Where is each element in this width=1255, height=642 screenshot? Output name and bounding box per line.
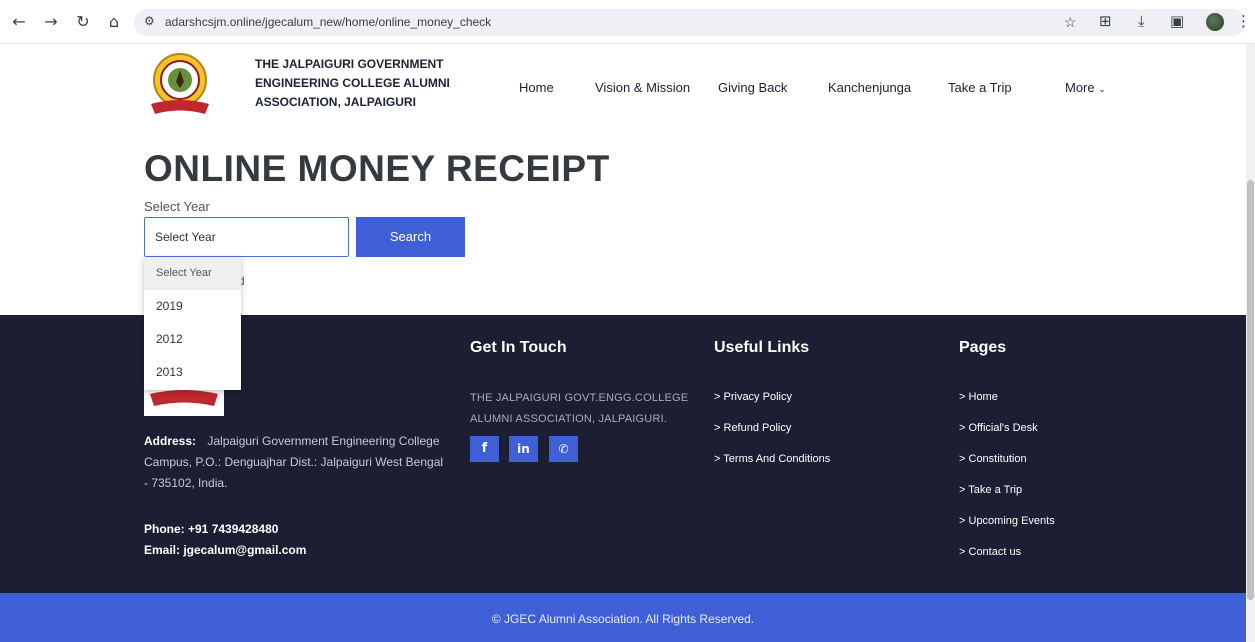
pages-link-label: Constitution bbox=[968, 453, 1027, 465]
year-select[interactable]: Select Year bbox=[144, 217, 349, 257]
menu-dots-icon[interactable]: ⋮ bbox=[1236, 12, 1251, 30]
back-icon[interactable]: ← bbox=[8, 11, 30, 33]
profile-avatar[interactable] bbox=[1206, 13, 1224, 31]
nav-vision-mission[interactable]: Vision & Mission bbox=[595, 80, 690, 95]
address-bar[interactable]: ⚙ adarshcsjm.online/jgecalum_new/home/on… bbox=[134, 9, 1246, 36]
linkedin-icon[interactable]: in bbox=[509, 436, 538, 462]
useful-link-privacy[interactable]: > Privacy Policy bbox=[714, 391, 792, 403]
chevron-right-icon: > bbox=[959, 391, 966, 403]
useful-link-label: Privacy Policy bbox=[723, 391, 792, 403]
useful-link-terms[interactable]: > Terms And Conditions bbox=[714, 453, 830, 465]
reload-icon[interactable]: ↻ bbox=[72, 11, 94, 33]
home-icon[interactable]: ⌂ bbox=[103, 11, 125, 33]
nav-take-a-trip[interactable]: Take a Trip bbox=[948, 80, 1012, 95]
page-scrollbar-thumb[interactable] bbox=[1247, 180, 1254, 600]
footer-address: Address: Jalpaiguri Government Engineeri… bbox=[144, 431, 444, 494]
pages-link-officials-desk[interactable]: > Official's Desk bbox=[959, 422, 1038, 434]
chevron-right-icon: > bbox=[714, 453, 721, 465]
association-logo[interactable] bbox=[147, 52, 213, 120]
chevron-right-icon: > bbox=[959, 422, 966, 434]
chevron-right-icon: > bbox=[959, 546, 966, 558]
nav-kanchenjunga[interactable]: Kanchenjunga bbox=[828, 80, 911, 95]
footer-phone[interactable]: Phone: +91 7439428480 bbox=[144, 519, 278, 540]
nav-more-label: More bbox=[1065, 80, 1095, 95]
star-icon[interactable]: ☆ bbox=[1064, 14, 1077, 31]
footer-email[interactable]: Email: jgecalum@gmail.com bbox=[144, 540, 306, 561]
get-in-touch-heading: Get In Touch bbox=[470, 339, 567, 356]
chevron-right-icon: > bbox=[714, 422, 721, 434]
facebook-icon[interactable]: f bbox=[470, 436, 499, 462]
useful-links-heading: Useful Links bbox=[714, 339, 810, 356]
org-name[interactable]: THE JALPAIGURI GOVERNMENT ENGINEERING CO… bbox=[255, 55, 455, 112]
pages-link-take-a-trip[interactable]: > Take a Trip bbox=[959, 484, 1022, 496]
pages-link-label: Upcoming Events bbox=[968, 515, 1055, 527]
page-title: ONLINE MONEY RECEIPT bbox=[144, 148, 610, 189]
year-dropdown-list[interactable]: Select Year 2019 2012 2013 bbox=[144, 257, 241, 390]
url-text[interactable]: adarshcsjm.online/jgecalum_new/home/onli… bbox=[165, 15, 491, 29]
search-button[interactable]: Search bbox=[356, 217, 465, 257]
pages-link-upcoming-events[interactable]: > Upcoming Events bbox=[959, 515, 1055, 527]
nav-giving-back[interactable]: Giving Back bbox=[718, 80, 787, 95]
nav-more[interactable]: More ⌄ bbox=[1065, 80, 1106, 95]
year-select-value: Select Year bbox=[155, 230, 216, 244]
chevron-right-icon: > bbox=[959, 484, 966, 496]
download-icon[interactable]: ⤓ bbox=[1138, 12, 1145, 30]
pages-link-label: Contact us bbox=[968, 546, 1022, 558]
site-settings-icon[interactable]: ⚙ bbox=[144, 14, 155, 28]
address-label: Address: bbox=[144, 434, 197, 448]
pages-link-home[interactable]: > Home bbox=[959, 391, 998, 403]
browser-toolbar: ← → ↻ ⌂ ⚙ adarshcsjm.online/jgecalum_new… bbox=[0, 0, 1255, 44]
useful-link-label: Refund Policy bbox=[723, 422, 792, 434]
useful-link-label: Terms And Conditions bbox=[723, 453, 831, 465]
useful-link-refund[interactable]: > Refund Policy bbox=[714, 422, 791, 434]
copyright-text: © JGEC Alumni Association. All Rights Re… bbox=[491, 612, 755, 626]
chevron-right-icon: > bbox=[959, 453, 966, 465]
pages-link-label: Take a Trip bbox=[968, 484, 1023, 496]
chevron-right-icon: > bbox=[959, 515, 966, 527]
extensions-icon[interactable]: ⊞ bbox=[1099, 12, 1112, 30]
pages-link-label: Official's Desk bbox=[968, 422, 1038, 434]
year-option[interactable]: 2013 bbox=[144, 356, 241, 389]
whatsapp-icon[interactable]: ✆ bbox=[549, 436, 578, 462]
get-in-touch-text: THE JALPAIGURI GOVT.ENGG.COLLEGE ALUMNI … bbox=[470, 392, 689, 425]
sidepanel-icon[interactable]: ▣ bbox=[1170, 12, 1184, 30]
year-option[interactable]: 2019 bbox=[144, 290, 241, 323]
year-option[interactable]: Select Year bbox=[144, 257, 241, 290]
select-year-label: Select Year bbox=[144, 199, 210, 214]
chevron-down-icon: ⌄ bbox=[1098, 85, 1106, 95]
chevron-right-icon: > bbox=[714, 391, 721, 403]
nav-home[interactable]: Home bbox=[519, 80, 554, 95]
pages-link-contact-us[interactable]: > Contact us bbox=[959, 546, 1021, 558]
year-option[interactable]: 2012 bbox=[144, 323, 241, 356]
pages-heading: Pages bbox=[959, 339, 1007, 356]
pages-link-constitution[interactable]: > Constitution bbox=[959, 453, 1027, 465]
forward-icon[interactable]: → bbox=[40, 11, 62, 33]
pages-link-label: Home bbox=[968, 391, 998, 403]
